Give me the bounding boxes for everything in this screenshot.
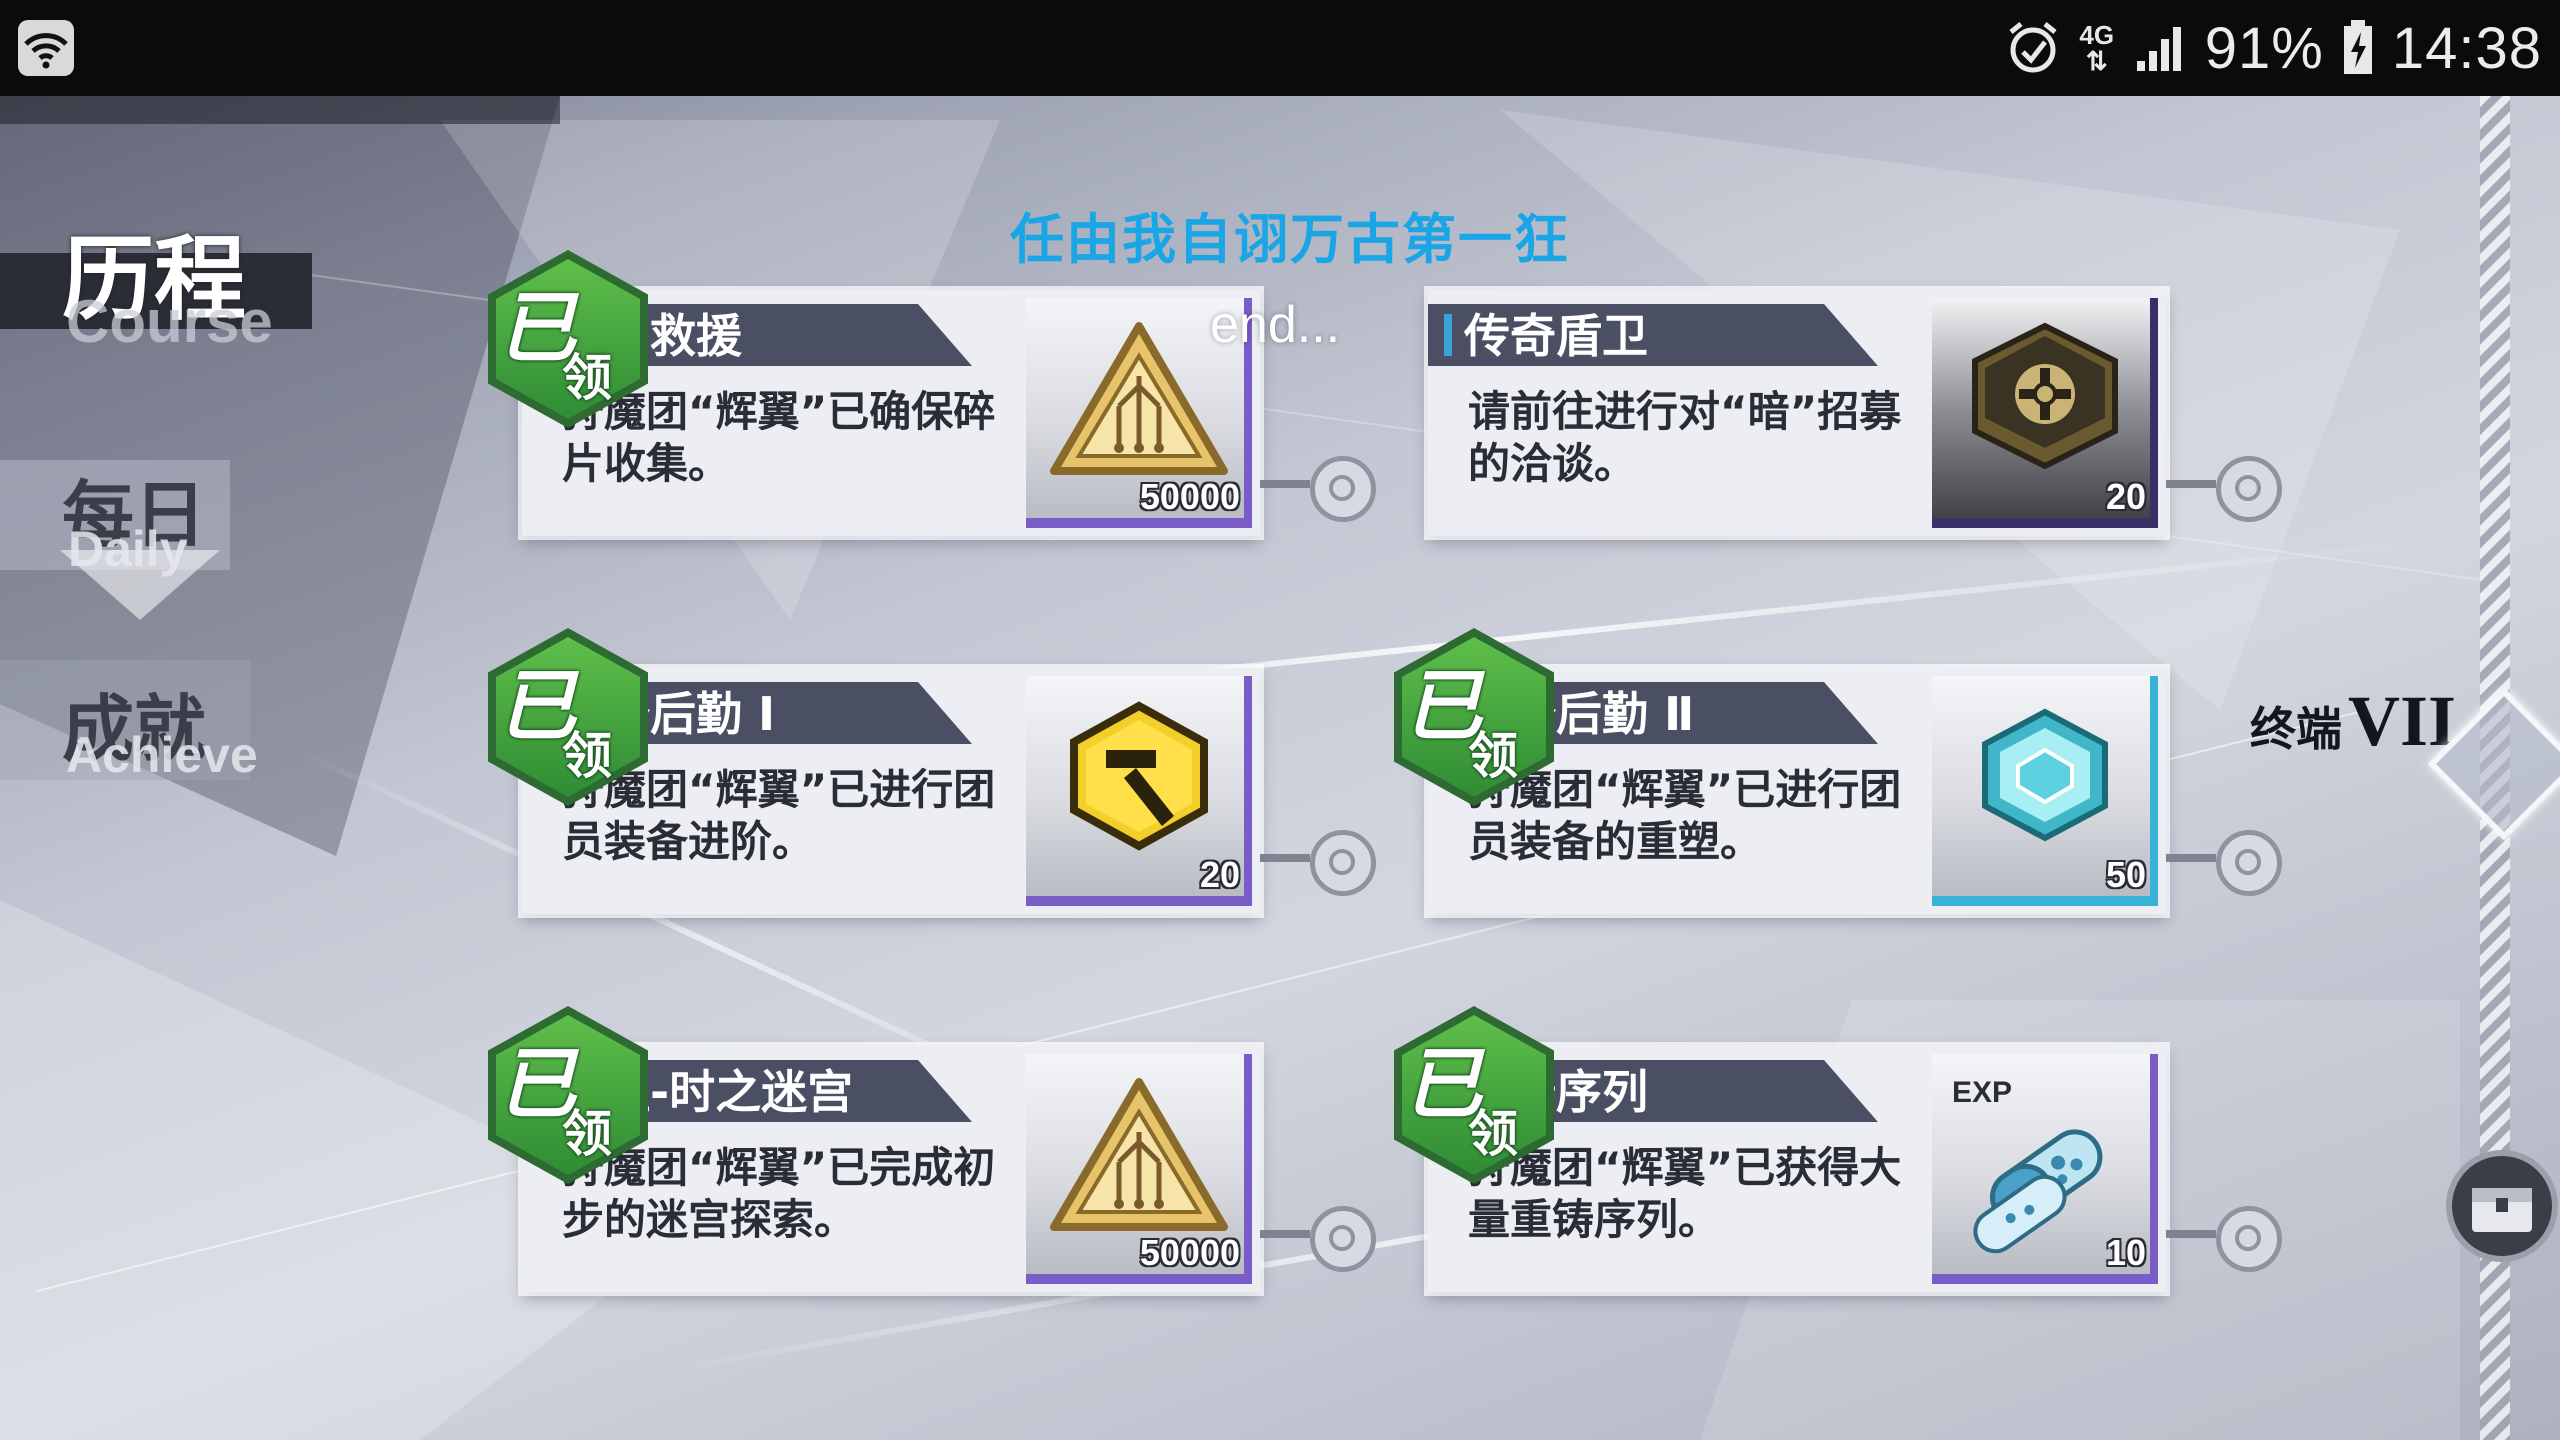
reward-quantity: 50000 [1139,1232,1240,1273]
badge-char-2: 领 [1468,1105,1518,1163]
rarity-bottom [1932,1274,2158,1284]
reward-quantity: 20 [1199,854,1240,895]
badge-char-2: 领 [1468,727,1518,785]
clock: 14:38 [2391,15,2542,81]
progress-node [2216,456,2282,522]
progress-node [1310,1206,1376,1272]
badge-char-2: 领 [562,1105,612,1163]
dark-hex-token-icon [1972,322,2118,470]
network-type-label: 4G [2079,20,2115,50]
achievement-card-5[interactable]: 远征-时之迷宫 狩魔团“辉翼”已完成初步的迷宫探索。 50000 已 领 [488,1006,1260,1292]
badge-char-2: 领 [562,727,612,785]
reward-slot[interactable]: EXP 10 [1932,1054,2158,1284]
connector-line [2166,480,2216,488]
status-bar: 4G ⇅ 91% 14:38 [0,0,2560,96]
gold-hex-hammer-icon [1070,701,1208,851]
reward-quantity: 50000 [1139,476,1240,517]
wifi-icon [18,20,74,76]
claimed-badge: 已 领 [1394,1006,1554,1184]
nav-tab-daily[interactable]: 每日 Daily [0,450,300,620]
battery-percent: 91% [2204,15,2324,81]
cyan-hex-gem-icon [1982,708,2108,842]
alarm-icon [2009,22,2057,73]
reward-quantity: 10 [2105,1232,2146,1273]
connector-line [1260,854,1310,862]
connector-line [1260,1230,1310,1238]
reward-slot[interactable]: 50000 [1026,1054,1252,1284]
claimed-badge: 已 领 [1394,628,1554,806]
rarity-edge [1244,1054,1252,1284]
battery-charging-icon [2343,20,2372,74]
achievement-card-4[interactable]: 装备后勤 Ⅱ 狩魔团“辉翼”已进行团员装备的重塑。 50 已 领 [1394,628,2166,914]
rarity-bottom [1026,518,1252,528]
nav-achieve-sublabel: Achieve [66,727,258,783]
signal-icon [2136,27,2181,71]
rarity-edge [1244,676,1252,906]
progress-node [2216,830,2282,896]
claimed-badge: 已 领 [488,1006,648,1184]
rarity-bottom [1026,1274,1252,1284]
rarity-bottom [1026,896,1252,906]
achievement-card-3[interactable]: 装备后勤 Ⅰ 狩魔团“辉翼”已进行团员装备进阶。 20 已 领 [488,628,1260,914]
connector-line [2166,1230,2216,1238]
nav-daily-sublabel: Daily [68,521,188,577]
chest-icon [2472,1188,2532,1232]
rarity-edge [2150,676,2158,906]
nav-course-sublabel: Course [66,288,273,355]
terminal-text: 终端 [2250,702,2342,756]
end-label: end... [1210,296,1341,354]
progress-node [1310,830,1376,896]
rarity-edge [2150,1054,2158,1284]
claimed-badge: 已 领 [488,628,648,806]
achievement-card-2[interactable]: 传奇盾卫 请前往进行对“暗”招募的洽谈。 20 [1428,290,2166,536]
page-title: 任由我自诩万古第一狂 [1010,208,1570,271]
rarity-bottom [1932,518,2158,528]
progress-node [2216,1206,2282,1272]
connector-line [1260,480,1310,488]
triangle-emblem-icon [1050,322,1228,475]
claimed-badge: 已 领 [488,250,648,428]
rarity-bottom [1932,896,2158,906]
reward-slot[interactable]: 50 [1932,676,2158,906]
terminal-label: 终端VII [2250,680,2456,763]
connector-line [2166,854,2216,862]
badge-char-2: 领 [562,349,612,407]
achievement-card-1[interactable]: 碎片救援 狩魔团“辉翼”已确保碎片收集。 50000 已 领 [488,250,1260,536]
card-header-accent [1444,314,1452,356]
reward-quantity: 50 [2105,854,2146,895]
progress-node [1310,456,1376,522]
triangle-emblem-icon [1050,1078,1228,1231]
nav-tab-course[interactable]: 历程 Course [0,205,312,355]
terminal-roman: VII [2348,681,2457,761]
reward-slot[interactable]: 20 [1026,676,1252,906]
nav-tab-achieve[interactable]: 成就 Achieve [0,660,300,790]
data-arrows-icon: ⇅ [2085,46,2108,76]
reward-quantity: 20 [2105,476,2146,517]
achievement-card-6[interactable]: 重铸序列 狩魔团“辉翼”已获得大量重铸序列。 EXP 10 已 领 [1394,1006,2166,1292]
card-description: 请前往进行对“暗”招募的洽谈。 [1468,387,1902,488]
reward-chest-button[interactable] [2446,1150,2558,1262]
reward-slot[interactable]: 20 [1932,298,2158,528]
rarity-edge [2150,298,2158,528]
card-title: 传奇盾卫 [1464,309,1648,363]
